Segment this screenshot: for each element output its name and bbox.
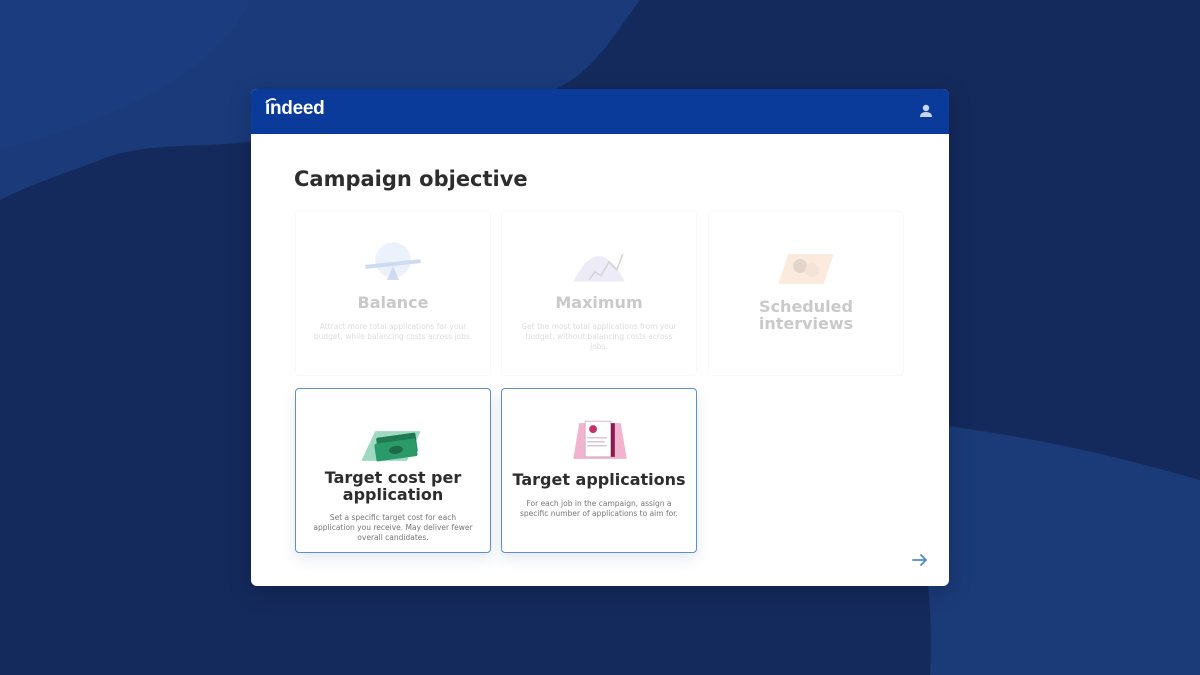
objective-title: Scheduled interviews <box>758 297 854 334</box>
seesaw-icon <box>365 242 421 280</box>
objective-card-balance: Balance Attract more total applications … <box>295 211 491 376</box>
money-icon <box>361 431 421 462</box>
objective-card-scheduled-interviews: Scheduled interviews <box>708 211 904 376</box>
indeed-logo[interactable]: indeed <box>265 98 325 120</box>
handshake-icon <box>778 254 834 284</box>
objective-card-target-applications[interactable]: Target applications For each job in the … <box>501 388 697 553</box>
objective-title: Target cost per application <box>324 468 462 505</box>
resume-document-icon <box>573 420 627 459</box>
arrow-right-icon[interactable] <box>911 552 929 568</box>
top-header: indeed <box>251 89 949 134</box>
growth-chart-icon <box>573 253 625 282</box>
campaign-objective-window: indeed Campaign objective Balance Attrac… <box>251 89 949 586</box>
objective-title: Maximum <box>555 293 643 312</box>
objective-description: Attract more total applications for your… <box>313 322 473 342</box>
objective-description: For each job in the campaign, assign a s… <box>520 499 678 519</box>
objective-description: Set a specific target cost for each appl… <box>313 513 473 543</box>
objective-title: Balance <box>357 293 429 312</box>
objective-card-target-cost[interactable]: Target cost per application Set a specif… <box>295 388 491 553</box>
objective-card-maximum: Maximum Get the most total applications … <box>501 211 697 376</box>
user-icon[interactable] <box>917 102 935 120</box>
objective-title: Target applications <box>512 470 686 489</box>
objective-description: Get the most total applications from you… <box>521 322 677 352</box>
page-title: Campaign objective <box>294 167 528 191</box>
